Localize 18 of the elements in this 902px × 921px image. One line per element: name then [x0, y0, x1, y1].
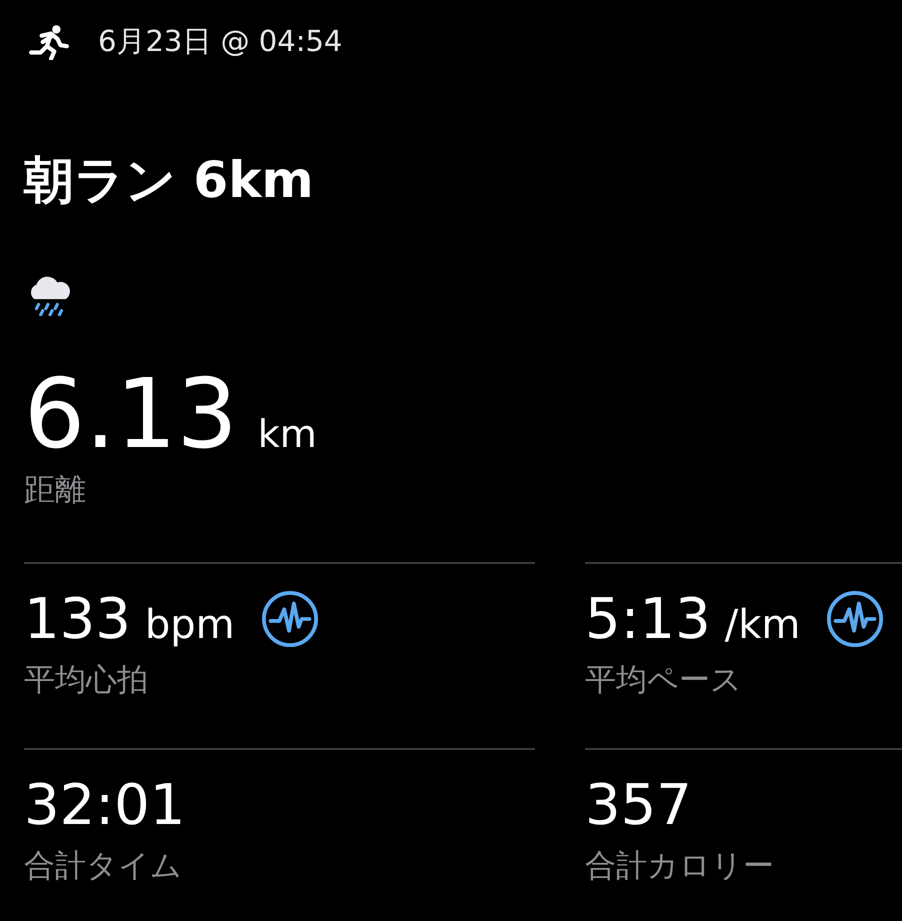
metric-value: 357	[585, 772, 692, 838]
metric-value: 32:01	[24, 772, 186, 838]
running-person-icon	[28, 24, 70, 60]
distance-label: 距離	[24, 471, 87, 510]
metric-unit: bpm	[144, 601, 235, 648]
distance-unit: km	[258, 411, 317, 458]
waveform-icon[interactable]	[826, 590, 884, 648]
metric-label: 合計カロリー	[585, 847, 775, 886]
metric-unit: /km	[724, 601, 800, 648]
distance-value: 6.13	[24, 364, 238, 464]
workout-date-time: 6月23日 @ 04:54	[98, 23, 342, 60]
metric-label: 合計タイム	[24, 847, 183, 886]
metric-label: 平均心拍	[24, 661, 149, 700]
waveform-icon[interactable]	[260, 590, 319, 648]
workout-title: 朝ラン 6km	[24, 150, 315, 210]
metric-value: 5:13	[585, 586, 711, 652]
metric-label: 平均ペース	[585, 661, 743, 700]
metric-value: 133	[24, 586, 131, 652]
